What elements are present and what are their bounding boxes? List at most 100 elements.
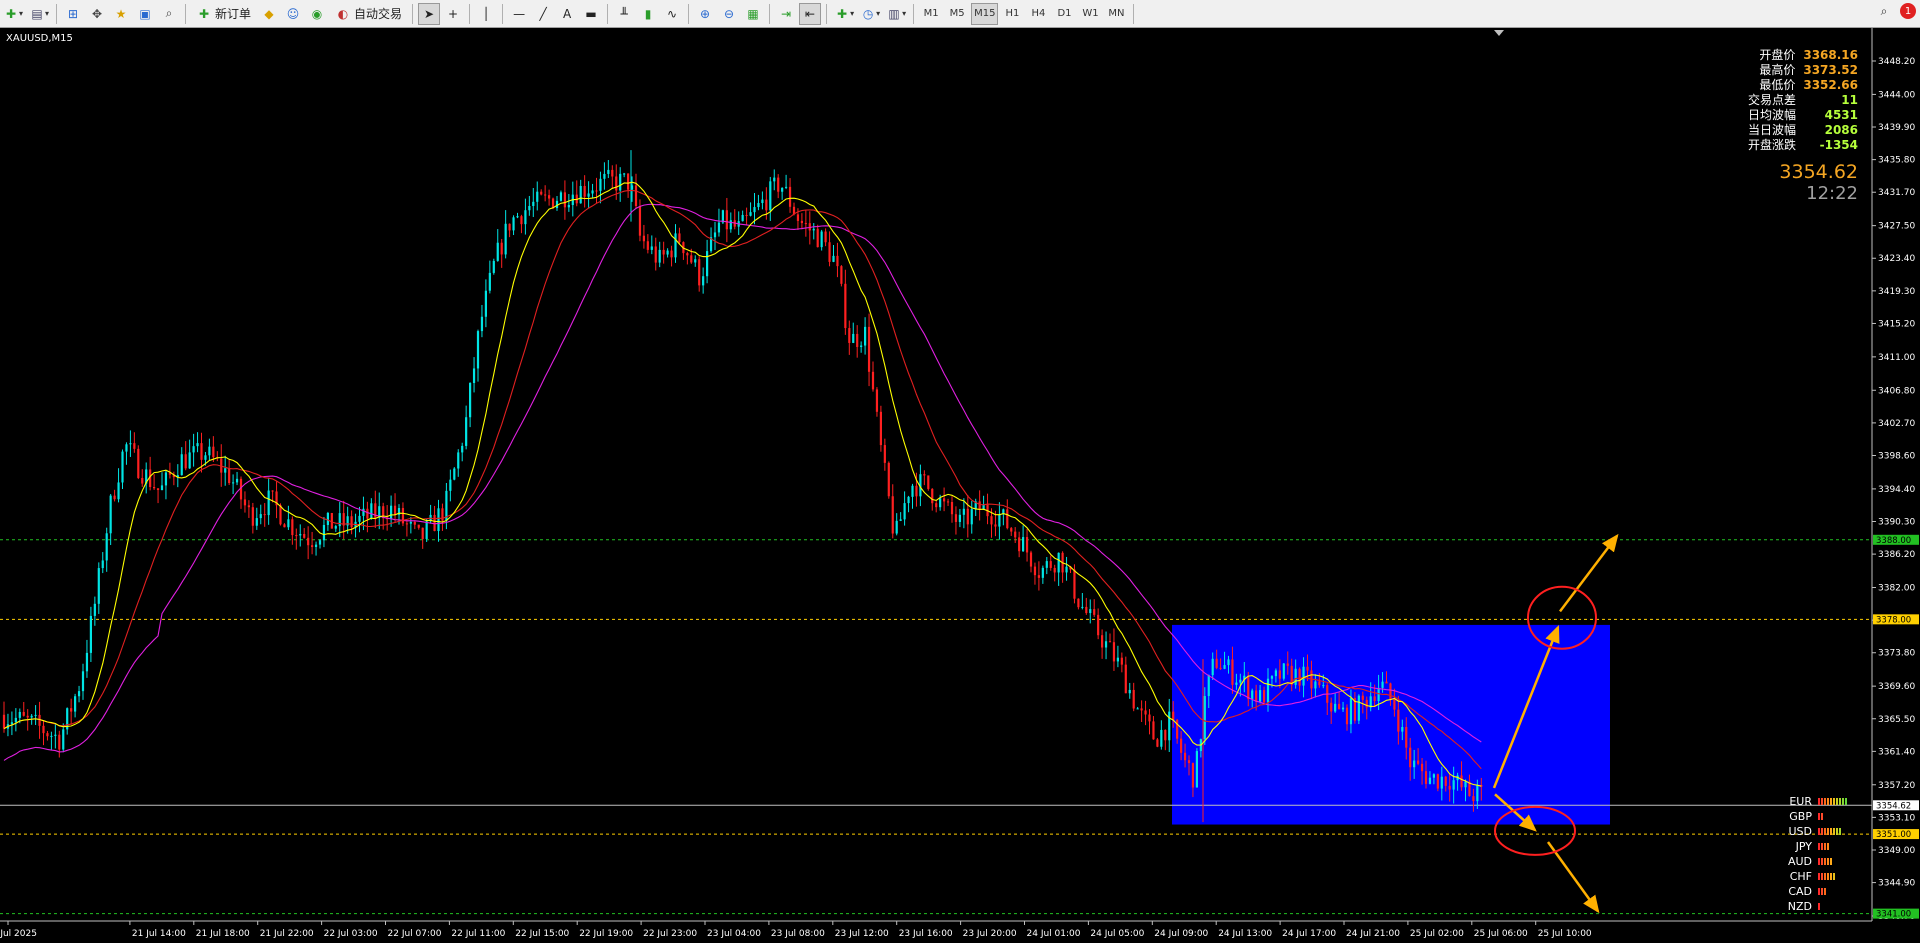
favorites-button[interactable]: ★ (110, 3, 132, 25)
candle-body (322, 524, 326, 541)
candle-body (401, 508, 405, 524)
candle-body (713, 232, 717, 238)
candle-body (81, 671, 85, 692)
price-chart[interactable]: 3448.20 3444.00 3439.90 3435.80 3431.70 3427.… (0, 28, 1920, 943)
timeframe-d1[interactable]: D1 (1052, 3, 1076, 25)
candle-body (1183, 752, 1187, 761)
timeframe-h1[interactable]: H1 (1000, 3, 1024, 25)
candle-body (796, 214, 800, 221)
price-tick-label: 3435.80 (1878, 156, 1915, 166)
candle-body (164, 472, 168, 486)
new-order-button[interactable]: ✚ 新订单 (191, 3, 256, 25)
price-tick-label: 3439.90 (1878, 123, 1915, 133)
signals-button[interactable]: ◉ (306, 3, 328, 25)
candle-body (1424, 771, 1428, 784)
autoscroll-button[interactable]: ⇥ (775, 3, 797, 25)
candle-body (1014, 531, 1017, 538)
candle-body (1006, 509, 1009, 529)
horizontal-line-icon: — (513, 6, 526, 21)
candle-body (1239, 679, 1242, 683)
zoom-in-button[interactable]: ⊕ (694, 3, 716, 25)
candle-body (638, 205, 642, 236)
info-row: 日均波幅 4531 (1748, 108, 1858, 123)
text-tool[interactable]: A (556, 3, 578, 25)
profiles-button[interactable]: ▤ ▾ (27, 3, 51, 25)
candle-body (536, 191, 539, 202)
strength-meter (1818, 888, 1826, 895)
candle-body (89, 615, 92, 653)
time-tick-label: 25 Jul 06:00 (1474, 929, 1528, 939)
timeframe-h4[interactable]: H4 (1026, 3, 1050, 25)
candle-body (666, 250, 669, 255)
chart-shift-button[interactable]: ⇤ (799, 2, 822, 25)
trendline-tool[interactable]: ╱ (532, 3, 554, 25)
time-tick-label: 23 Jul 04:00 (707, 929, 761, 939)
candle-body (38, 714, 41, 726)
candle-body (1460, 775, 1463, 788)
timeframe-m15[interactable]: M15 (971, 2, 999, 25)
notification-badge[interactable]: 1 (1900, 3, 1916, 19)
navigator-button[interactable]: ✥ (86, 3, 108, 25)
candle-body (875, 389, 879, 412)
auto-trading-button[interactable]: ◐ 自动交易 (330, 3, 407, 25)
candle-body (777, 177, 780, 192)
tile-windows-button[interactable]: ▦ (742, 3, 764, 25)
timeframe-mn[interactable]: MN (1104, 3, 1128, 25)
chart-canvas[interactable]: 3448.20 3444.00 3439.90 3435.80 3431.70 3427.… (0, 28, 1920, 943)
current-price-display: 3354.62 (1779, 161, 1858, 183)
vertical-line-tool[interactable]: │ (475, 3, 497, 25)
candles-button[interactable]: ▮ (637, 3, 659, 25)
templates-button[interactable]: ▥ ▾ (884, 3, 908, 25)
chat-button[interactable]: ☺ (282, 3, 304, 25)
candle-body (832, 255, 835, 262)
candle-body (204, 455, 207, 460)
label-tool[interactable]: ▬ (580, 3, 602, 25)
price-tick-label: 3402.70 (1878, 419, 1915, 429)
timeframe-w1[interactable]: W1 (1078, 3, 1102, 25)
timeframe-selector: M1 M5 M15 H1 H4 D1 W1 MN (918, 2, 1129, 25)
info-value: 3352.66 (1803, 78, 1858, 92)
profiles-icon: ▤ (31, 6, 43, 21)
candle-body (1164, 729, 1167, 741)
candle-body (1420, 763, 1424, 772)
zoom-out-button[interactable]: ⊖ (718, 3, 740, 25)
bar-chart-button[interactable]: ╨ (613, 3, 635, 25)
crosshair-tool[interactable]: + (442, 3, 464, 25)
candle-body (1128, 689, 1131, 694)
magnifier-icon: ⌕ (165, 6, 173, 20)
terminal-button[interactable]: ▣ (134, 3, 156, 25)
horizontal-line-tool[interactable]: — (508, 3, 530, 25)
line-chart-button[interactable]: ∿ (661, 3, 683, 25)
price-tick-label: 3427.50 (1878, 222, 1915, 232)
search-icon[interactable]: ⌕ (1876, 3, 1892, 19)
candle-body (14, 717, 17, 723)
candle-body (824, 231, 827, 243)
cursor-tool[interactable]: ➤ (418, 2, 441, 25)
candle-body (1104, 641, 1108, 648)
candle-body (646, 241, 649, 250)
candle-body (1314, 681, 1317, 689)
market-watch-icon: ⊞ (68, 6, 79, 21)
gold-button[interactable]: ◆ (258, 3, 280, 25)
indicators-button[interactable]: ✚ ▾ (832, 3, 856, 25)
timeframe-m5[interactable]: M5 (945, 3, 969, 25)
candle-body (492, 260, 495, 273)
market-watch-button[interactable]: ⊞ (62, 3, 84, 25)
cursor-icon: ➤ (424, 6, 435, 21)
candle-body (662, 249, 665, 255)
tester-button[interactable]: ⌕ (158, 3, 180, 25)
strength-bar (1824, 798, 1826, 805)
candle-body (1373, 696, 1376, 702)
candle-body (1361, 695, 1364, 700)
periods-button[interactable]: ◷ ▾ (858, 3, 882, 25)
candle-body (943, 498, 946, 502)
indicators-icon: ✚ (837, 6, 848, 21)
candle-body (85, 652, 89, 672)
candle-body (627, 173, 630, 190)
candle-body (1144, 710, 1147, 715)
timeframe-m1[interactable]: M1 (919, 3, 943, 25)
candle-body (1089, 609, 1092, 614)
currency-strength-row: GBP (1766, 809, 1847, 824)
new-chart-button[interactable]: ✚ ▾ (1, 3, 25, 25)
currency-name: USD (1788, 825, 1812, 838)
